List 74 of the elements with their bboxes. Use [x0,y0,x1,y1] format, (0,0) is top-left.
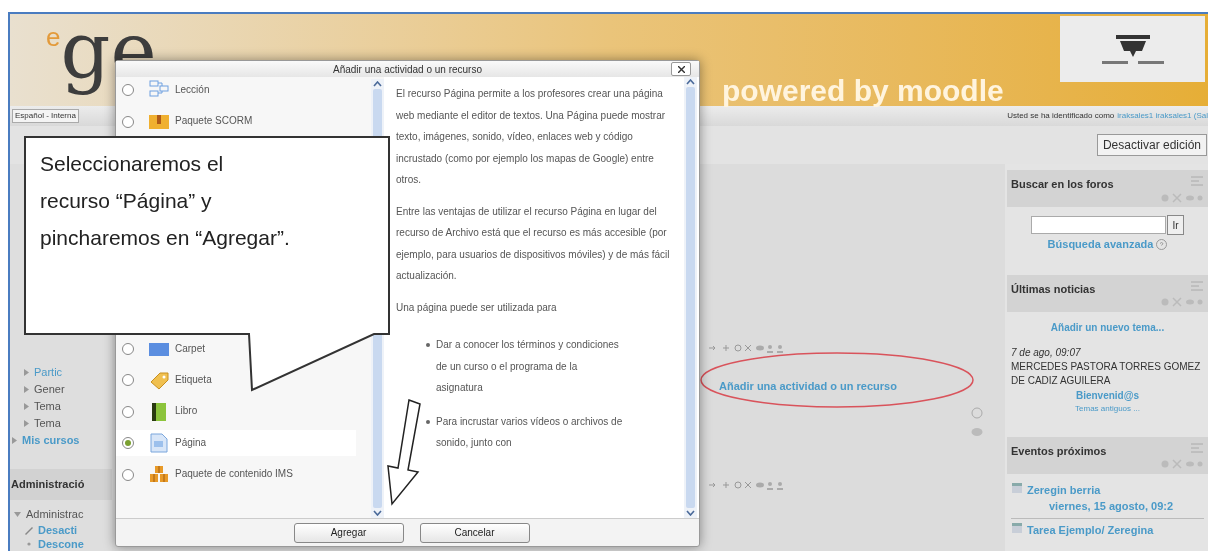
document-icon [148,433,170,454]
option-label: Paquete de contenido IMS [175,468,293,480]
calendar-icon [1011,521,1023,534]
option-row[interactable]: Paquete SCORM [116,108,257,135]
option-row[interactable]: Página [116,429,356,457]
description-text: El recurso Página permite a los profesores crear una página web mediante el editor de textos. Una Página puede mostrar texto, imágenes, sonido, vídeo, enlaces web y código incrustado (como por ejemplo los mapas de Google) entre otros. [396,87,667,187]
option-label: Etiqueta [175,374,212,386]
collapsed-arrow-icon [24,369,29,376]
option-row[interactable]: Etiqueta [116,367,216,394]
radio-button[interactable] [122,405,134,418]
scroll-thumb[interactable] [686,87,695,508]
dialog-button[interactable]: Cancelar [419,522,530,543]
collapsed-arrow-icon [24,403,29,410]
option-label: Carpet [175,343,205,355]
calendar-icon [1011,481,1023,494]
nav-item[interactable]: Tema [34,398,61,415]
block-controls-drawing [1160,459,1204,469]
option-label: Página [175,437,207,449]
event-date: viernes, 15 agosto, 09:2 [1048,499,1174,514]
post-date: 7 de ago, 09:07 [1011,345,1082,360]
boxes-icon [148,464,170,485]
radio-button[interactable] [122,84,134,97]
language-select[interactable]: Español - Interna [12,109,79,123]
nav-item[interactable]: Tema [34,415,61,432]
radio-button[interactable] [122,343,134,356]
block-controls-drawing [1160,192,1204,203]
scroll-up-icon [373,81,382,87]
radio-button[interactable] [122,115,134,128]
search-field[interactable] [1031,216,1167,234]
description-text: Una página puede ser utilizada para [396,300,558,315]
option-label: Libro [175,405,198,417]
option-label: Lección [175,84,210,96]
tag-icon [148,370,170,391]
eye-icon [971,427,983,437]
description-text: Dar a conocer los términos y condiciones de un curso o el programa de la asignatura [436,338,620,395]
radio-button[interactable] [122,437,134,450]
scroll-down-icon [373,510,382,516]
option-row[interactable]: Libro [116,398,202,425]
bullet-icon [426,419,430,424]
block-title: Administració [11,477,85,492]
dialog-title: Añadir una actividad o un recurso [333,62,482,77]
option-row[interactable]: Carpet [116,335,209,363]
close-icon [677,65,685,73]
option-row[interactable]: Lección [116,77,214,104]
pencil-icon [24,525,34,535]
scroll-down-icon [686,510,695,516]
option-label: Paquete SCORM [175,115,253,127]
description-text: Entre las ventajas de utilizar el recurso Página en lugar del recurso de Archivo está que el recurso es más accesible (por ejemplo, para usuarios de dispositivos móviles) y de más fácil actualización. [396,204,670,283]
radio-button[interactable] [122,468,134,481]
block-controls-drawing [1160,297,1204,307]
scrollbar[interactable] [684,77,697,518]
login-text: Usted se ha identificado como [1007,110,1115,122]
bullet-icon [426,343,430,347]
nav-item[interactable]: Gener [34,381,65,398]
edit-mode-button[interactable]: Desactivar edición [1096,134,1207,156]
logo-mark: e [46,24,61,50]
radio-button[interactable] [122,374,134,387]
collapsed-arrow-icon [24,386,29,393]
scroll-up-icon [686,79,695,85]
block-title: Buscar en los foros [1011,177,1114,192]
go-button[interactable]: Ir [1167,215,1184,235]
dialog-button[interactable]: Agregar [293,522,404,543]
tagline: powered by moodle [722,76,1004,106]
collapsed-arrow-icon [12,437,17,444]
post-author: MERCEDES PASTORA TORRES GOMEZ DE CADIZ AGUILERA [1011,359,1202,388]
nav-item[interactable]: Administrac [26,506,84,523]
option-row[interactable]: Paquete de contenido IMS [116,461,297,488]
close-button[interactable] [671,62,691,76]
block-title: Últimas noticias [1011,281,1096,297]
collapsed-arrow-icon [24,420,29,427]
block-title: Eventos próximos [1011,443,1107,459]
description-text: Para incrustar varios vídeos o archivos de sonido, junto con [436,414,624,450]
callout-text: Seleccionaremos el recurso “Página” y pincharemos en “Agregar”. [40,151,290,251]
help-icon [1156,238,1168,250]
